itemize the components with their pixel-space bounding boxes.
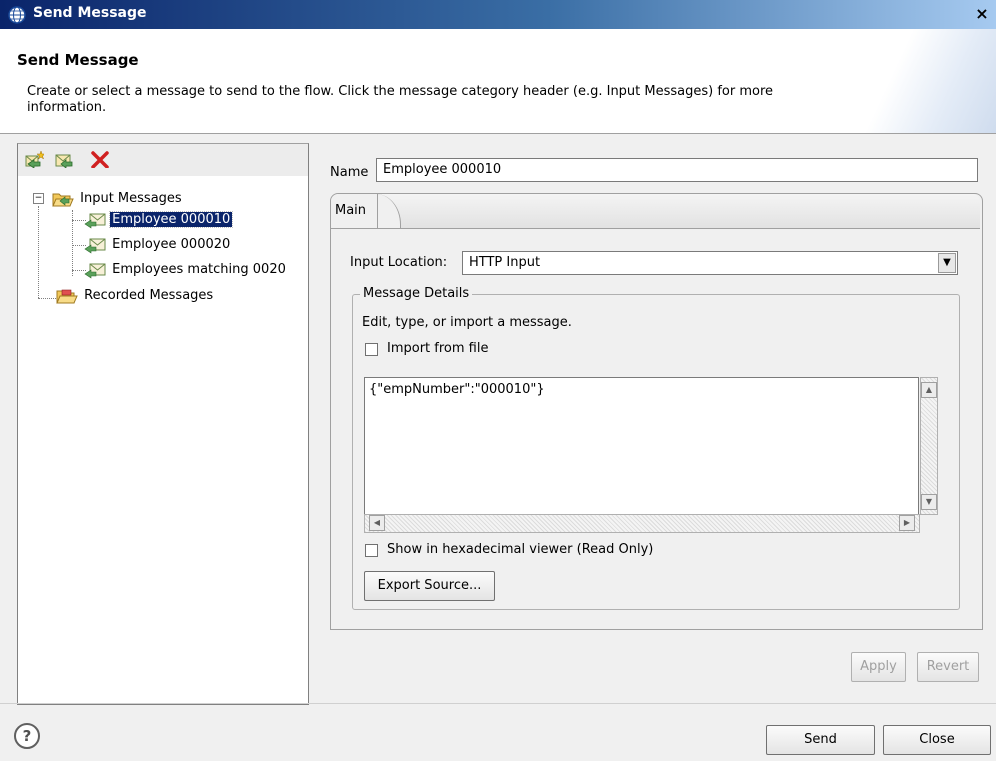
name-label: Name bbox=[330, 165, 369, 180]
dialog-title: Send Message bbox=[17, 51, 139, 69]
title-bar: Send Message bbox=[0, 0, 996, 29]
send-button[interactable]: Send bbox=[766, 725, 875, 755]
message-icon bbox=[84, 263, 106, 279]
tree-label: Employee 000010 bbox=[109, 211, 234, 228]
delete-icon[interactable] bbox=[90, 150, 110, 168]
message-details-legend: Message Details bbox=[360, 286, 473, 301]
tree-node-recorded-messages[interactable]: Recorded Messages bbox=[56, 285, 215, 307]
message-icon bbox=[84, 238, 106, 254]
tree-label: Employee 000020 bbox=[112, 237, 231, 252]
export-source-button[interactable]: Export Source... bbox=[364, 571, 495, 601]
tab-strip bbox=[331, 194, 980, 229]
scroll-down-icon[interactable]: ▼ bbox=[921, 494, 937, 510]
import-from-file-checkbox[interactable] bbox=[365, 343, 378, 356]
footer-separator bbox=[0, 703, 996, 704]
input-location-label: Input Location: bbox=[350, 255, 448, 270]
scroll-right-icon[interactable]: ▶ bbox=[899, 515, 915, 531]
tree-connector bbox=[38, 298, 56, 299]
recorded-folder-icon bbox=[56, 289, 78, 303]
hex-viewer-checkbox[interactable] bbox=[365, 544, 378, 557]
dialog-description: Create or select a message to send to th… bbox=[27, 84, 774, 115]
dialog-header: Send Message Create or select a message … bbox=[0, 29, 996, 134]
close-button[interactable]: Close bbox=[883, 725, 991, 755]
tree-node-input-messages[interactable]: Input Messages bbox=[52, 188, 184, 210]
vertical-scrollbar[interactable]: ▲ ▼ bbox=[920, 377, 938, 515]
header-decoration bbox=[826, 29, 996, 133]
tree-label-recorded-messages: Recorded Messages bbox=[84, 288, 214, 303]
scroll-left-icon[interactable]: ◀ bbox=[369, 515, 385, 531]
help-icon[interactable]: ? bbox=[14, 723, 40, 749]
tree-item-employee-000010[interactable]: Employee 000010 bbox=[84, 209, 234, 231]
hex-viewer-label: Show in hexadecimal viewer (Read Only) bbox=[387, 542, 654, 557]
scroll-up-icon[interactable]: ▲ bbox=[921, 382, 937, 398]
name-input[interactable]: Employee 000010 bbox=[376, 158, 978, 182]
revert-button[interactable]: Revert bbox=[917, 652, 979, 682]
message-icon bbox=[84, 213, 106, 229]
input-location-value: HTTP Input bbox=[469, 255, 541, 270]
new-folder-icon[interactable] bbox=[54, 150, 74, 168]
message-body-textarea[interactable]: {"empNumber":"000010"} bbox=[364, 377, 919, 533]
window-title: Send Message bbox=[33, 5, 147, 21]
input-location-select[interactable]: HTTP Input ▼ bbox=[462, 251, 958, 275]
import-from-file-label: Import from file bbox=[387, 341, 489, 356]
tab-main[interactable]: Main bbox=[331, 194, 378, 228]
tree-item-employee-000020[interactable]: Employee 000020 bbox=[84, 234, 232, 256]
tree-label: Employees matching 0020 bbox=[112, 262, 286, 277]
new-message-icon[interactable] bbox=[24, 150, 44, 168]
message-body-text: {"empNumber":"000010"} bbox=[369, 382, 545, 397]
message-details-subtitle: Edit, type, or import a message. bbox=[362, 315, 572, 330]
tree-connector bbox=[38, 206, 39, 298]
tab-main-label: Main bbox=[335, 203, 367, 218]
window-close-button[interactable]: × bbox=[972, 4, 992, 24]
tree-item-employees-matching-0020[interactable]: Employees matching 0020 bbox=[84, 259, 288, 281]
open-folder-icon bbox=[52, 193, 74, 206]
tree-label-input-messages: Input Messages bbox=[80, 191, 182, 206]
apply-button[interactable]: Apply bbox=[851, 652, 906, 682]
horizontal-scrollbar[interactable]: ◀ ▶ bbox=[364, 514, 920, 533]
collapse-toggle[interactable]: − bbox=[33, 193, 44, 204]
chevron-down-icon[interactable]: ▼ bbox=[938, 253, 956, 273]
globe-icon bbox=[8, 6, 26, 24]
